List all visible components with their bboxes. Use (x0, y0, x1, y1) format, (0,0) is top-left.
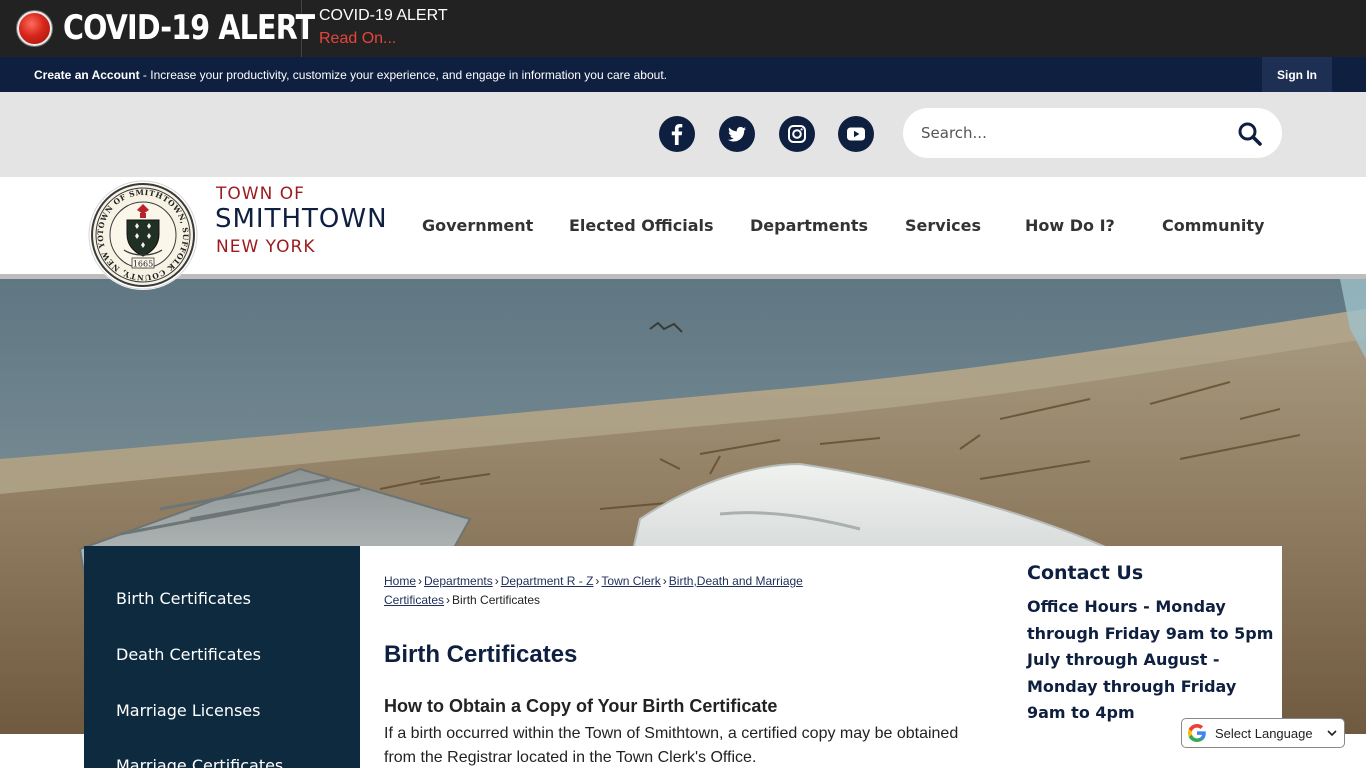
sidenav-marriage-certificates[interactable]: Marriage Certificates (116, 756, 283, 768)
search-box (903, 108, 1282, 158)
breadcrumb-departments[interactable]: Departments (424, 574, 493, 588)
nav-departments[interactable]: Departments (750, 216, 868, 235)
contact-title: Contact Us (1027, 562, 1144, 584)
breadcrumb-separator: › (595, 574, 600, 588)
facebook-icon[interactable] (659, 116, 695, 152)
section-heading: How to Obtain a Copy of Your Birth Certi… (384, 696, 778, 716)
main-content: Home › Departments › Department R - Z › Town C… (360, 546, 1282, 768)
twitter-icon[interactable] (719, 116, 755, 152)
brand-town-of: TOWN OF (216, 184, 305, 204)
alert-title: COVID-19 ALERT (319, 7, 448, 24)
contact-us-panel: Contact Us Office Hours - Monday through… (1027, 562, 1277, 727)
nav-services[interactable]: Services (905, 216, 981, 235)
breadcrumb-town-clerk[interactable]: Town Clerk (601, 574, 660, 588)
breadcrumb-separator: › (446, 593, 451, 607)
account-message: Create an Account - Increase your produc… (34, 68, 667, 82)
nav-community[interactable]: Community (1162, 216, 1264, 235)
google-icon (1188, 724, 1206, 742)
sidenav-death-certificates[interactable]: Death Certificates (116, 645, 261, 664)
sidenav-marriage-licenses[interactable]: Marriage Licenses (116, 701, 260, 720)
page-title: Birth Certificates (384, 641, 578, 668)
select-language-label: Select Language (1215, 725, 1313, 741)
sign-in-button[interactable]: Sign In (1262, 57, 1332, 92)
sidenav-birth-certificates[interactable]: Birth Certificates (116, 589, 251, 608)
alert-bar: COVID-19 ALERT COVID-19 ALERT Read On... (0, 0, 1366, 57)
account-description: - Increase your productivity, customize … (139, 68, 667, 82)
brand-name[interactable]: SMITHTOWN (215, 204, 388, 234)
breadcrumb-separator: › (662, 574, 667, 588)
create-account-link[interactable]: Create an Account (34, 68, 140, 82)
instagram-icon[interactable] (779, 116, 815, 152)
nav-government[interactable]: Government (422, 216, 533, 235)
breadcrumb-separator: › (418, 574, 423, 588)
select-language-dropdown[interactable]: Select Language (1181, 718, 1345, 748)
nav-how-do-i[interactable]: How Do I? (1025, 216, 1115, 235)
breadcrumb: Home › Departments › Department R - Z › Town C… (384, 572, 864, 610)
alert-light-icon (17, 11, 52, 46)
search-input[interactable] (921, 120, 1221, 146)
brand-state: NEW YORK (216, 237, 316, 257)
alert-badge-text: COVID-19 ALERT (63, 8, 315, 48)
account-bar: Create an Account - Increase your produc… (0, 57, 1366, 92)
utility-band (0, 92, 1366, 177)
seal-year: 1665 (133, 260, 153, 269)
town-seal-logo[interactable]: TOWN OF SMITHTOWN, SUFFOLK COUNTY, NEW Y… (84, 173, 198, 290)
breadcrumb-home[interactable]: Home (384, 574, 416, 588)
alert-read-on-link[interactable]: Read On... (319, 30, 396, 48)
chevron-down-icon (1327, 730, 1337, 737)
breadcrumb-department-r-z[interactable]: Department R - Z (501, 574, 594, 588)
body-paragraph: If a birth occurred within the Town of S… (384, 725, 959, 766)
office-hours: Office Hours - Monday through Friday 9am… (1027, 597, 1274, 722)
breadcrumb-current: Birth Certificates (452, 593, 541, 607)
search-icon[interactable] (1237, 121, 1263, 147)
side-navigation: Birth Certificates Death Certificates Ma… (84, 546, 360, 768)
covid-alert-badge[interactable]: COVID-19 ALERT (0, 0, 315, 57)
breadcrumb-separator: › (494, 574, 499, 588)
nav-elected-officials[interactable]: Elected Officials (569, 216, 714, 235)
youtube-icon[interactable] (838, 116, 874, 152)
